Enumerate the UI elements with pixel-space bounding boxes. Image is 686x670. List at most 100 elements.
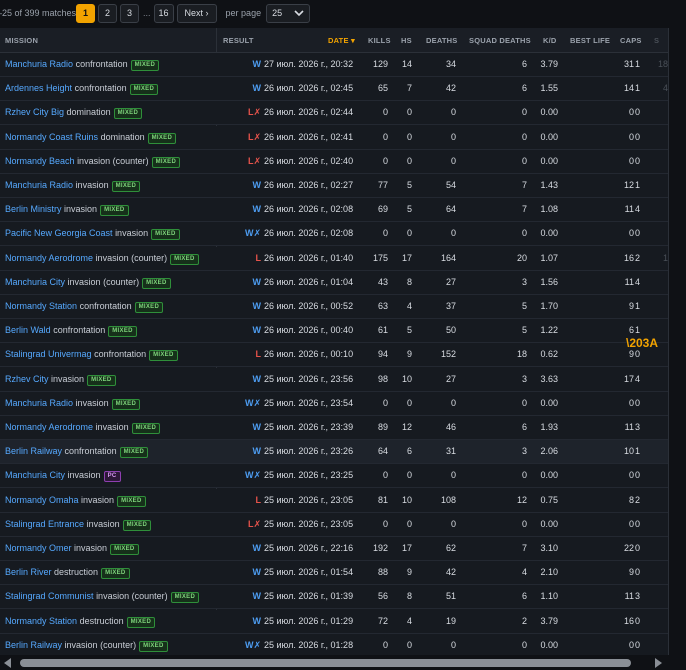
- mission-link[interactable]: Normandy Aerodrome: [5, 253, 93, 263]
- mission-link[interactable]: Normandy Coast Ruins: [5, 132, 98, 142]
- header-date[interactable]: DATE ▾: [328, 36, 355, 45]
- deaths-cell: 0: [450, 397, 456, 408]
- table-row[interactable]: Pacific New Georgia Coast invasion MIXED W…: [0, 222, 668, 247]
- hs-cell: 5: [406, 204, 412, 215]
- table-row[interactable]: Berlin River destruction MIXED W 25 июл. 20…: [0, 561, 668, 586]
- header-result[interactable]: RESULT: [223, 36, 254, 45]
- result-cell: L: [225, 489, 262, 512]
- mission-link[interactable]: Berlin Wald: [5, 325, 51, 335]
- header-caps[interactable]: CAPS: [620, 36, 642, 45]
- table-row[interactable]: Rzhev City Big domination MIXED L✗ 26 июл. …: [0, 101, 668, 126]
- header-deaths[interactable]: DEATHS: [426, 36, 457, 45]
- mission-link[interactable]: Manchuria City: [5, 470, 65, 480]
- mission-mode: invasion: [115, 228, 149, 239]
- table-row[interactable]: Normandy Aerodrome invasion MIXED W 25 июл.…: [0, 416, 668, 440]
- mission-mode: invasion: [95, 422, 129, 432]
- horizontal-scrollbar[interactable]: [0, 655, 668, 670]
- table-row[interactable]: Normandy Omaha invasion MIXED L 25 июл. 202…: [0, 488, 668, 513]
- platform-badge: MIXED: [139, 640, 168, 652]
- mission-link[interactable]: Manchuria Radio: [5, 59, 73, 69]
- table-row[interactable]: Berlin Railway confrontation MIXED W 25 июл…: [0, 440, 668, 465]
- table-row[interactable]: Stalingrad Communist invasion (counter) M…: [0, 585, 668, 610]
- arrow-right-icon[interactable]: [655, 658, 662, 668]
- hs-cell: 7: [406, 83, 412, 94]
- mission-link[interactable]: Stalingrad Communist: [5, 591, 94, 601]
- mission-link[interactable]: Rzhev City Big: [5, 107, 64, 117]
- mission-mode: confrontation: [74, 83, 127, 94]
- table-row[interactable]: Normandy Station destruction MIXED W 25 июл…: [0, 609, 668, 634]
- header-extra[interactable]: S: [654, 36, 659, 45]
- header-best-life[interactable]: BEST LIFE: [570, 36, 610, 45]
- mission-cell: Ardennes Height confrontation MIXED: [5, 77, 159, 100]
- page-3-button[interactable]: 3: [120, 3, 139, 23]
- result-cell: W✗: [225, 464, 261, 487]
- mission-link[interactable]: Manchuria City: [5, 277, 65, 287]
- table-row[interactable]: Normandy Aerodrome invasion (counter) MIX…: [0, 246, 668, 271]
- table-row[interactable]: Normandy Coast Ruins domination MIXED L✗ 26…: [0, 125, 668, 150]
- page-2-button[interactable]: 2: [98, 3, 117, 23]
- squad-deaths-cell: 20: [516, 252, 527, 263]
- table-row[interactable]: Manchuria Radio confrontation MIXED W 27 ию…: [0, 53, 668, 77]
- mission-link[interactable]: Pacific New Georgia Coast: [5, 228, 113, 238]
- mission-link[interactable]: Rzhev City: [5, 374, 49, 384]
- table-row[interactable]: Berlin Railway invasion (counter) MIXED W✗…: [0, 633, 668, 655]
- mission-link[interactable]: Normandy Aerodrome: [5, 422, 93, 432]
- mission-mode: invasion: [64, 204, 98, 215]
- mission-link[interactable]: Berlin Railway: [5, 446, 62, 456]
- header-mission[interactable]: MISSION: [5, 36, 38, 45]
- page-1-button[interactable]: 1: [76, 3, 95, 23]
- mission-link[interactable]: Manchuria Radio: [5, 180, 73, 190]
- mission-cell: Manchuria City invasion (counter) MIXED: [5, 271, 171, 294]
- kills-cell: 0: [382, 131, 388, 142]
- mission-link[interactable]: Normandy Station: [5, 301, 77, 311]
- table-row[interactable]: Ardennes Height confrontation MIXED W 26 ию…: [0, 77, 668, 102]
- table-row[interactable]: Manchuria Radio invasion MIXED W 26 июл. 20…: [0, 174, 668, 198]
- table-row[interactable]: Normandy Beach invasion (counter) MIXED L✗…: [0, 149, 668, 174]
- extra-cell: [656, 585, 668, 608]
- arrow-left-icon[interactable]: [4, 658, 11, 668]
- mission-link[interactable]: Stalingrad Entrance: [5, 519, 84, 529]
- table-row[interactable]: Berlin Wald confrontation MIXED W 26 июл. 2…: [0, 319, 668, 344]
- mission-mode: confrontation: [53, 325, 106, 336]
- table-row[interactable]: Berlin Ministry invasion MIXED W 26 июл. 20…: [0, 198, 668, 223]
- table-row[interactable]: Stalingrad Entrance invasion MIXED L✗ 25 ию…: [0, 512, 668, 537]
- scrollbar-thumb[interactable]: [20, 659, 631, 667]
- header-hs[interactable]: HS: [401, 36, 412, 45]
- hs-cell: 5: [406, 180, 412, 190]
- mission-link[interactable]: Ardennes Height: [5, 83, 72, 93]
- result-cell: W: [225, 174, 262, 197]
- table-row[interactable]: Stalingrad Univermag confrontation MIXED L…: [0, 343, 668, 368]
- table-row[interactable]: Manchuria City invasion (counter) MIXED W 2…: [0, 270, 668, 295]
- mission-link[interactable]: Stalingrad Univermag: [5, 349, 92, 359]
- kd-cell: 2.10: [540, 567, 558, 578]
- kd-cell: 1.22: [540, 325, 558, 336]
- header-kd[interactable]: K/D: [543, 36, 557, 45]
- result-cell: W: [225, 537, 262, 560]
- mission-link[interactable]: Berlin Railway: [5, 640, 62, 650]
- last-page-button[interactable]: 16: [153, 3, 174, 23]
- squad-deaths-cell: 0: [521, 639, 527, 650]
- mission-link[interactable]: Berlin River: [5, 567, 52, 577]
- per-page-select[interactable]: 25: [266, 3, 311, 23]
- extra-cell: [656, 610, 668, 633]
- mission-link[interactable]: Normandy Omaha: [5, 495, 79, 505]
- next-page-button[interactable]: Next ›: [176, 3, 217, 23]
- header-squad-deaths[interactable]: SQUAD DEATHS: [469, 36, 531, 45]
- mission-link[interactable]: Berlin Ministry: [5, 204, 62, 214]
- kills-cell: 94: [377, 349, 388, 360]
- pagination-bar: 1–25 of 399 matches 1 2 3 ... 16 Next › …: [0, 0, 686, 26]
- header-kills[interactable]: KILLS: [368, 36, 391, 45]
- table-row[interactable]: Normandy Station confrontation MIXED W 26 и…: [0, 295, 668, 319]
- table-row[interactable]: Manchuria City invasion PC W✗ 25 июл. 2026 …: [0, 464, 668, 489]
- result-cell: W: [225, 610, 262, 633]
- mission-link[interactable]: Manchuria Radio: [5, 398, 73, 408]
- mission-mode: invasion (counter): [95, 252, 168, 263]
- mission-link[interactable]: Normandy Station: [5, 616, 77, 626]
- kills-cell: 192: [372, 543, 388, 553]
- table-row[interactable]: Rzhev City invasion MIXED W 25 июл. 2026 г.…: [0, 367, 668, 392]
- table-row[interactable]: Manchuria Radio invasion MIXED W✗ 25 июл. 2…: [0, 391, 668, 416]
- table-row[interactable]: Normandy Omer invasion MIXED W 25 июл. 2026…: [0, 537, 668, 561]
- squad-deaths-cell: 0: [521, 518, 527, 529]
- mission-link[interactable]: Normandy Omer: [5, 543, 72, 553]
- mission-link[interactable]: Normandy Beach: [5, 156, 75, 166]
